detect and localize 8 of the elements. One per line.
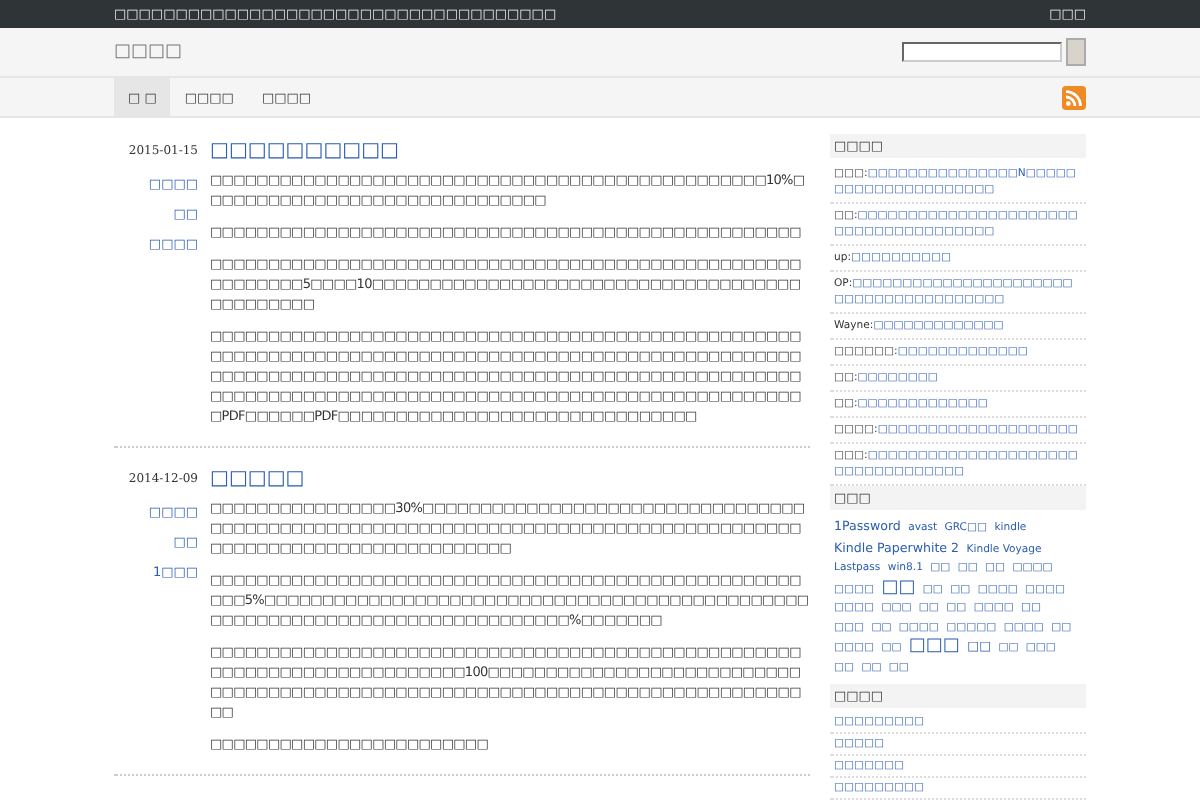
site-name[interactable]: □□□□ [114, 42, 183, 62]
tag-link[interactable]: □□□ [908, 636, 960, 656]
post-title[interactable]: □□□□□□□□□□ [210, 140, 810, 162]
search-button[interactable] [1066, 38, 1086, 66]
tag-link[interactable]: □□ [881, 577, 916, 597]
post-title[interactable]: □□□□□ [210, 468, 810, 490]
rss-icon[interactable] [1062, 85, 1086, 109]
search-field[interactable] [902, 42, 1062, 62]
